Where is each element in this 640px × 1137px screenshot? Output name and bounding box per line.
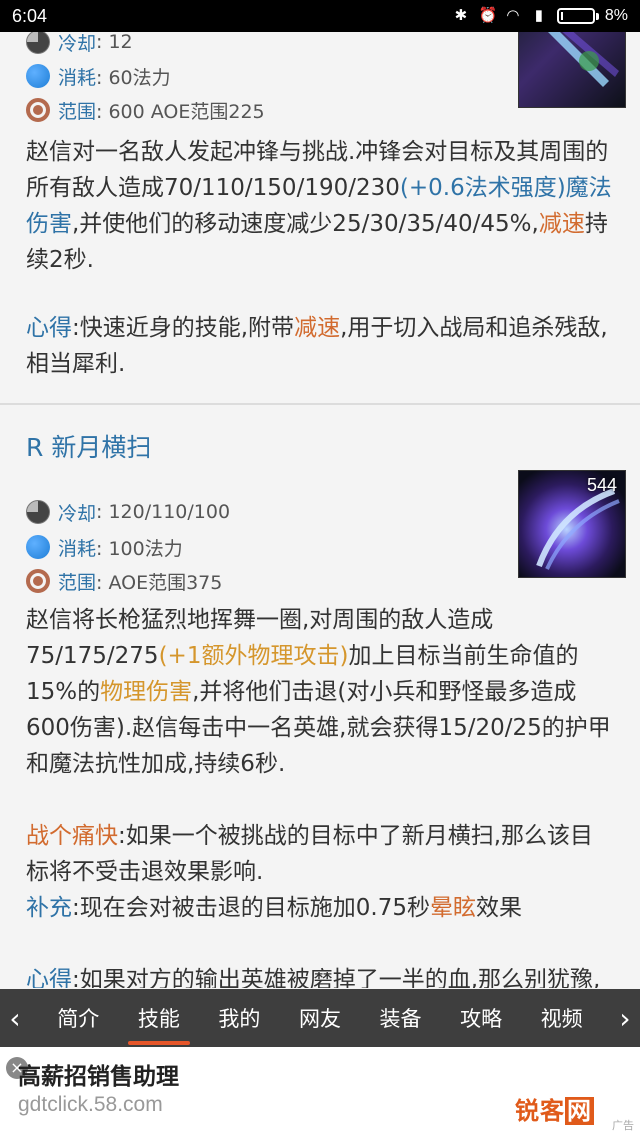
skill-content[interactable]: 冷却 : 12 消耗 : 60法力 范围 : 600 AOE范围225 赵信对一… (0, 32, 640, 988)
skill-e-tip: 心得:快速近身的技能,附带减速,用于切入战局和追杀残敌,相当犀利. (26, 315, 608, 377)
tip-label: 心得 (26, 315, 72, 341)
note-label: 补充 (26, 895, 72, 921)
ad-title[interactable]: 高薪招销售助理 (18, 1057, 179, 1091)
cooldown-value: : 12 (96, 32, 133, 53)
cost-label: 消耗 (58, 537, 97, 560)
tab-mine[interactable]: 我的 (212, 999, 266, 1037)
bluetooth-icon: ✱ (454, 7, 468, 24)
tab-intro[interactable]: 简介 (51, 999, 105, 1037)
range-icon (26, 98, 50, 122)
mana-cost-icon (26, 535, 50, 559)
skill-r-note-passion: 战个痛快:如果一个被挑战的目标中了新月横扫,那么该目标将不受击退效果影响. (26, 823, 594, 885)
skill-r-note-supplement: 补充:现在会对被击退的目标施加0.75秒晕眩效果 (26, 895, 522, 921)
skill-e-section: 冷却 : 12 消耗 : 60法力 范围 : 600 AOE范围225 赵信对一… (0, 32, 640, 401)
range-value: : 600 AOE范围225 (96, 100, 265, 123)
ad-logo: 锐客网 (515, 1097, 594, 1125)
cooldown-label: 冷却 (58, 502, 97, 525)
status-icons: ✱ ⏰ ◠ ▮ 8% (453, 7, 628, 25)
skill-r-thumbnail: 544 (518, 470, 626, 578)
skill-r-section: R 新月横扫 544 冷却 : 120/110/100 消耗 : 100法力 范… (0, 406, 640, 988)
skill-e-thumbnail (518, 32, 626, 108)
skill-e-cooldown: 冷却 : 12 (26, 32, 133, 56)
skill-e-description: 赵信对一名敌人发起冲锋与挑战.冲锋会对目标及其周围的所有敌人造成70/110/1… (26, 139, 612, 273)
cooldown-icon (26, 32, 50, 54)
signal-icon: ▮ (534, 7, 543, 24)
note-label: 战个痛快 (26, 823, 118, 849)
tab-guide[interactable]: 攻略 (454, 999, 508, 1037)
ad-url[interactable]: gdtclick.58.com (18, 1093, 163, 1117)
cost-value: : 100法力 (96, 537, 183, 560)
ad-mark: 广告 (612, 1119, 634, 1132)
skill-r-description: 赵信将长枪猛烈地挥舞一圈,对周围的敌人造成75/175/275(+1额外物理攻击… (26, 607, 611, 777)
tab-list: 简介 技能 我的 网友 装备 攻略 视频 (30, 999, 610, 1045)
battery-level (560, 12, 563, 20)
skill-r-title: R 新月横扫 (26, 433, 152, 462)
alarm-icon: ⏰ (478, 7, 498, 24)
range-icon (26, 569, 50, 593)
skill-e-art (548, 32, 619, 87)
tab-equipment[interactable]: 装备 (374, 999, 428, 1037)
skill-e-range: 范围 : 600 AOE范围225 (26, 96, 265, 124)
tab-video[interactable]: 视频 (535, 999, 589, 1037)
status-bar: 6:04 ✱ ⏰ ◠ ▮ 8% (0, 0, 640, 32)
tip-label: 心得 (26, 967, 72, 988)
cost-value: : 60法力 (96, 66, 171, 89)
range-value: : AOE范围375 (96, 571, 223, 594)
chevron-left-icon[interactable]: ‹ (0, 1002, 30, 1035)
chevron-right-icon[interactable]: › (610, 1002, 640, 1035)
skill-e-cost: 消耗 : 60法力 (26, 62, 171, 90)
ad-banner[interactable]: × 高薪招销售助理 gdtclick.58.com 锐客网 广告 (0, 1047, 640, 1137)
status-time: 6:04 (12, 5, 48, 26)
battery-icon (556, 8, 599, 24)
cooldown-label: 冷却 (58, 32, 97, 55)
skill-r-cooldown: 冷却 : 120/110/100 (26, 498, 230, 526)
battery-percent: 8% (604, 7, 628, 24)
wifi-icon: ◠ (506, 7, 520, 24)
skill-r-range: 范围 : AOE范围375 (26, 567, 222, 595)
skill-r-thumb-number: 544 (586, 475, 617, 495)
skill-r-cost: 消耗 : 100法力 (26, 533, 183, 561)
range-label: 范围 (58, 571, 97, 594)
range-label: 范围 (58, 100, 97, 123)
cost-label: 消耗 (58, 66, 97, 89)
section-divider (0, 403, 640, 405)
bottom-tab-bar: ‹ 简介 技能 我的 网友 装备 攻略 视频 › (0, 989, 640, 1047)
skill-r-tip: 心得:如果对方的输出英雄被磨掉了一半的血,那么别犹豫,开了技能上去收人头吧. (26, 962, 616, 988)
tab-netizens[interactable]: 网友 (293, 999, 347, 1037)
tab-skills[interactable]: 技能 (127, 999, 190, 1045)
mana-cost-icon (26, 64, 50, 88)
cooldown-value: : 120/110/100 (96, 501, 231, 523)
cooldown-icon (26, 500, 50, 524)
